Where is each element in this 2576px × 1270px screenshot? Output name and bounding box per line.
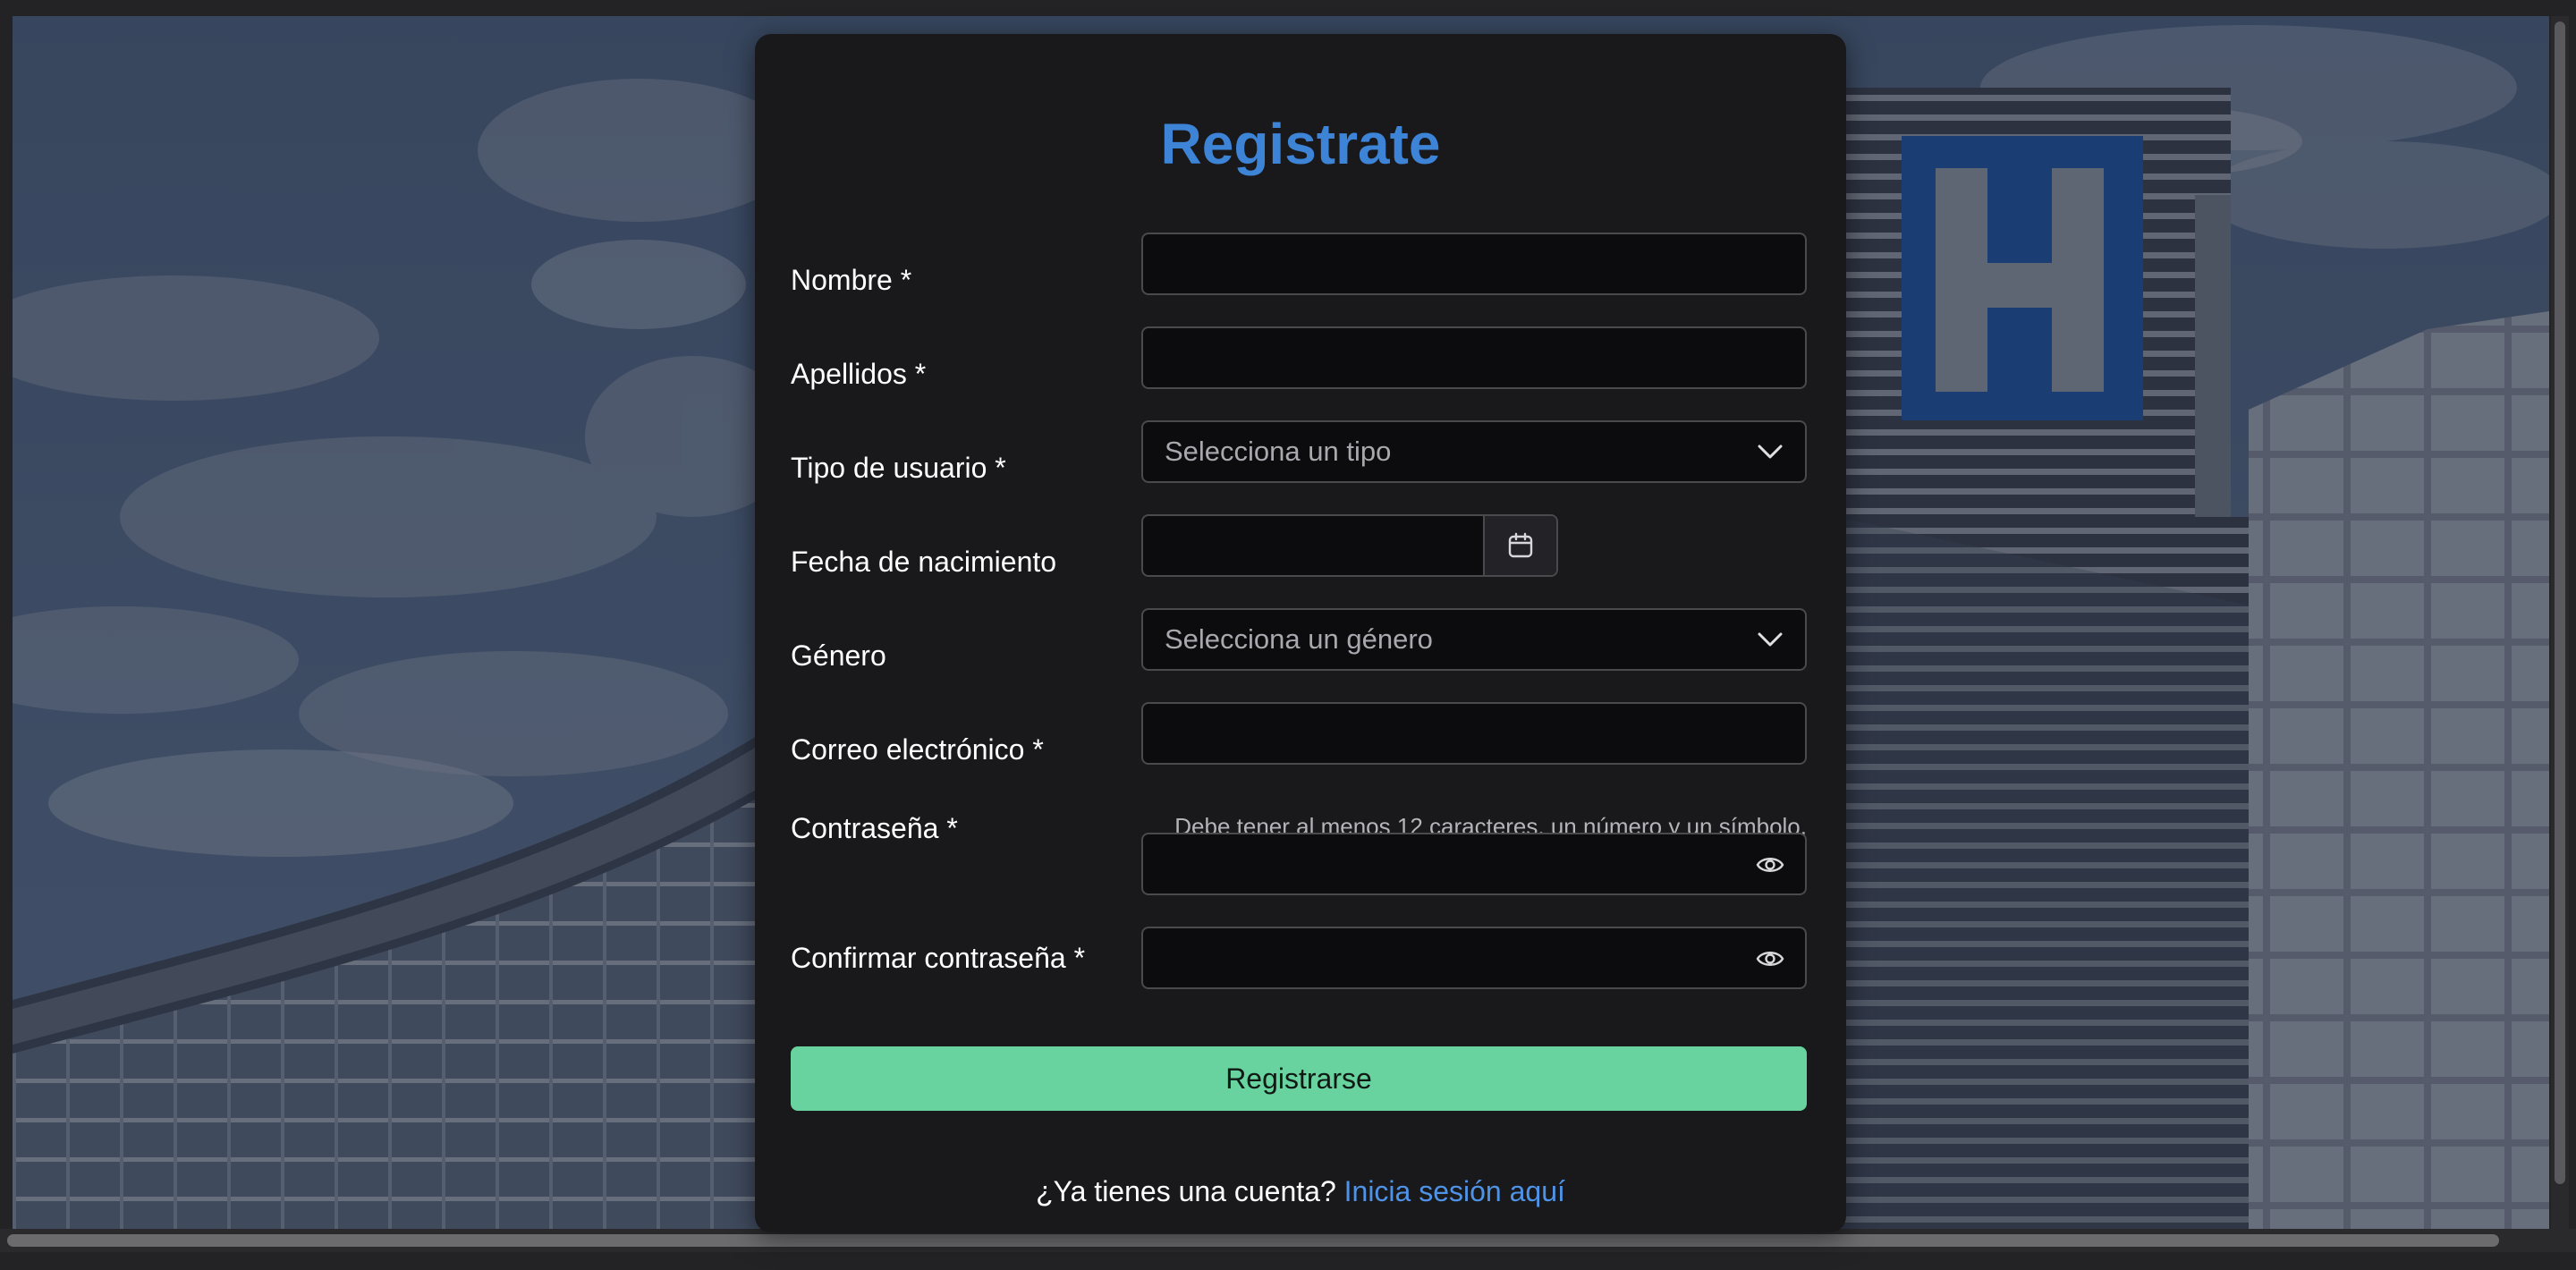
- chevron-down-icon: [1758, 444, 1783, 459]
- genero-placeholder: Selecciona un género: [1165, 623, 1433, 655]
- confirmar-contrasena-field[interactable]: [1141, 927, 1807, 989]
- calendar-icon: [1508, 532, 1533, 558]
- genero-label: Género: [791, 639, 886, 672]
- eye-icon[interactable]: [1755, 852, 1785, 877]
- contrasena-field[interactable]: [1141, 833, 1807, 895]
- contrasena-label: Contraseña *: [791, 812, 958, 844]
- horizontal-scrollbar-thumb[interactable]: [7, 1234, 2499, 1247]
- apellidos-input[interactable]: [1143, 328, 1805, 387]
- correo-label: Correo electrónico *: [791, 733, 1044, 766]
- calendar-button[interactable]: [1483, 516, 1556, 575]
- vertical-scrollbar[interactable]: [2551, 16, 2569, 1229]
- register-card: Registrate Nombre * Apellidos * Tipo de …: [755, 34, 1846, 1232]
- tipo-usuario-placeholder: Selecciona un tipo: [1165, 436, 1392, 467]
- browser-viewport: Registrate Nombre * Apellidos * Tipo de …: [0, 0, 2576, 1270]
- fecha-nacimiento-label: Fecha de nacimiento: [791, 546, 1057, 578]
- fecha-nacimiento-input[interactable]: [1143, 516, 1490, 575]
- vertical-scrollbar-thumb[interactable]: [2555, 21, 2565, 1184]
- chevron-down-icon: [1758, 632, 1783, 647]
- login-prompt-text: ¿Ya tienes una cuenta?: [1036, 1175, 1336, 1207]
- contrasena-input[interactable]: [1143, 834, 1805, 893]
- login-link[interactable]: Inicia sesión aquí: [1344, 1175, 1565, 1207]
- nombre-label: Nombre *: [791, 264, 912, 296]
- nombre-field[interactable]: [1141, 233, 1807, 295]
- login-prompt: ¿Ya tienes una cuenta? Inicia sesión aqu…: [755, 1175, 1846, 1208]
- correo-field[interactable]: [1141, 702, 1807, 765]
- confirmar-contrasena-input[interactable]: [1143, 928, 1805, 987]
- tipo-usuario-label: Tipo de usuario *: [791, 452, 1006, 484]
- register-button[interactable]: Registrarse: [791, 1046, 1807, 1111]
- apellidos-label: Apellidos *: [791, 358, 927, 390]
- nombre-input[interactable]: [1143, 234, 1805, 293]
- tipo-usuario-select[interactable]: Selecciona un tipo: [1141, 420, 1807, 483]
- correo-input[interactable]: [1143, 704, 1805, 763]
- eye-icon[interactable]: [1755, 946, 1785, 971]
- confirmar-contrasena-label: Confirmar contraseña *: [791, 942, 1086, 974]
- page-title: Registrate: [1160, 112, 1441, 176]
- fecha-nacimiento-field[interactable]: [1141, 514, 1558, 577]
- apellidos-field[interactable]: [1141, 326, 1807, 389]
- genero-select[interactable]: Selecciona un género: [1141, 608, 1807, 671]
